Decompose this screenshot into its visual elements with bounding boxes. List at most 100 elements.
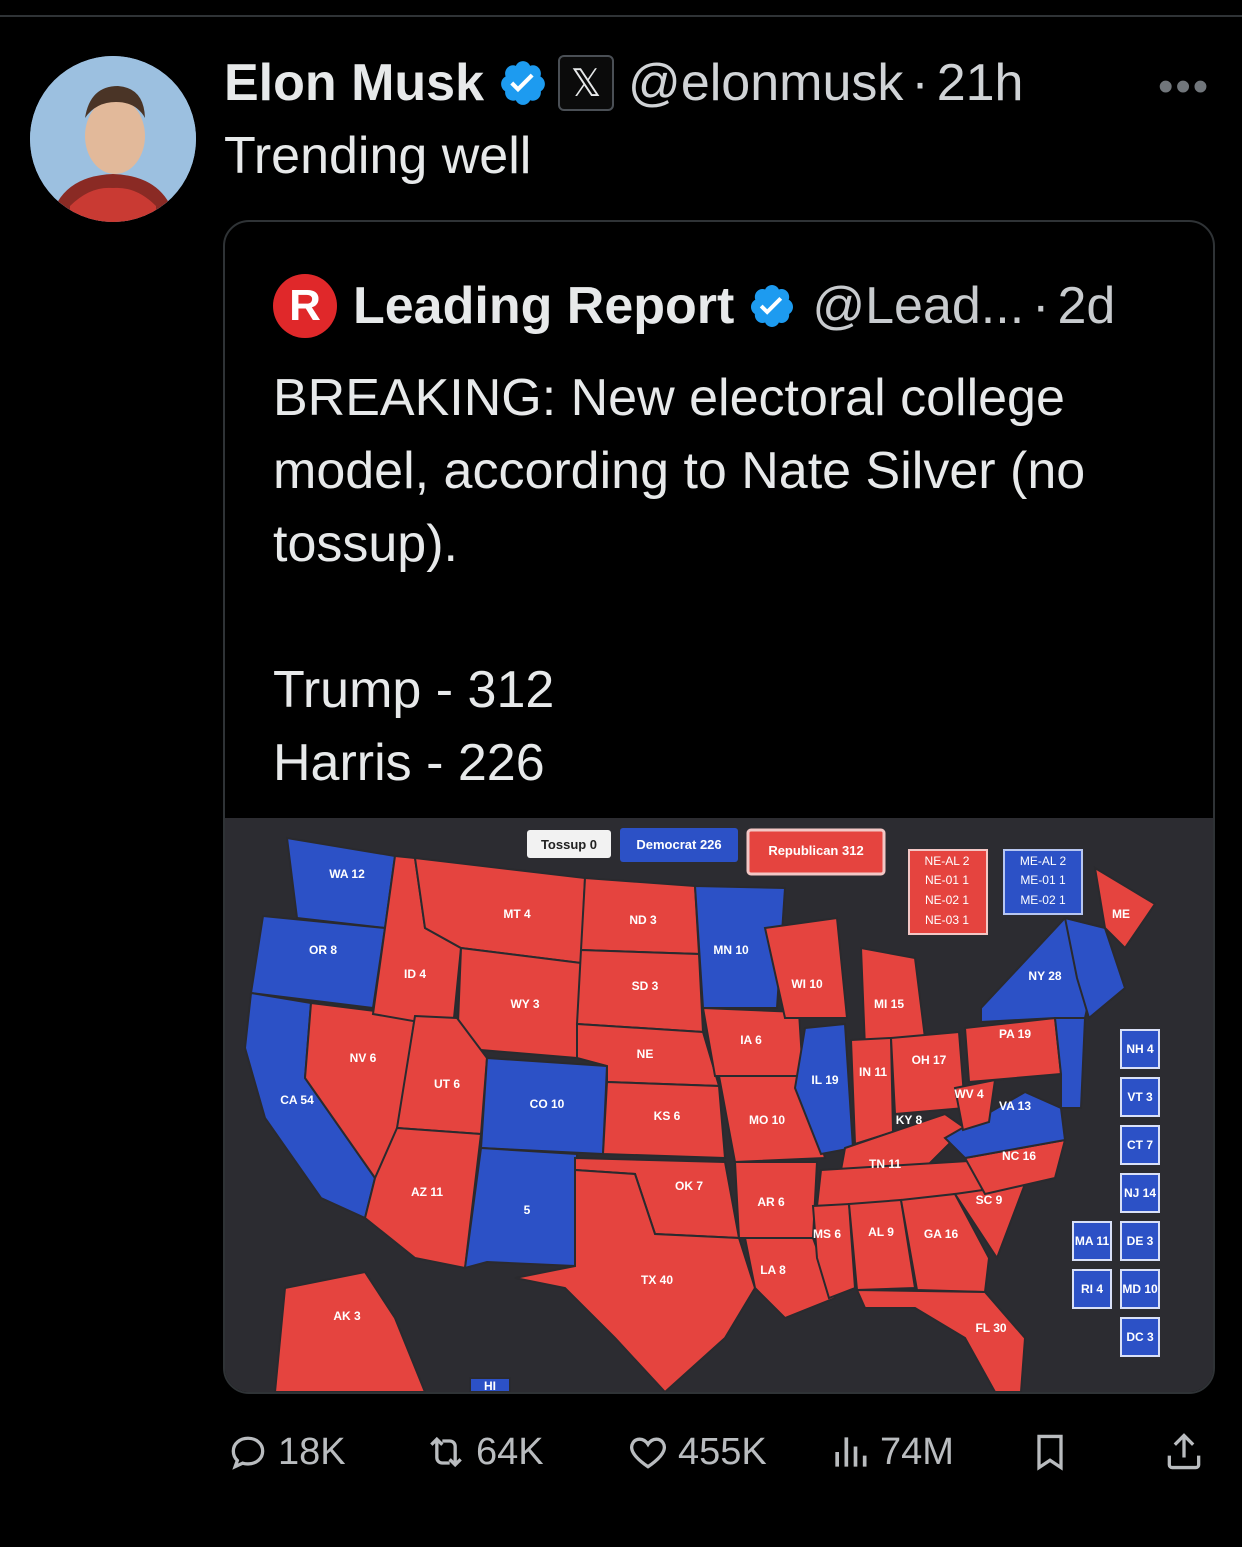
box-ri-label: RI 4 [1081, 1282, 1103, 1296]
label-ut: UT 6 [434, 1077, 460, 1091]
label-nv: NV 6 [350, 1051, 377, 1065]
author-name[interactable]: Elon Musk [224, 53, 484, 113]
me-split-line: ME-AL 2 [1020, 854, 1067, 868]
more-icon[interactable]: ••• [1158, 62, 1210, 112]
label-hi: HI [484, 1379, 496, 1392]
quote-text-trump: Trump - 312 [273, 661, 555, 719]
label-fl: FL 30 [975, 1321, 1006, 1335]
label-mi: MI 15 [874, 997, 904, 1011]
label-ky: KY 8 [896, 1113, 923, 1127]
state-oh [889, 1030, 967, 1116]
repost-icon [430, 1436, 462, 1468]
quote-time[interactable]: 2d [1057, 276, 1115, 336]
box-nj-label: NJ 14 [1124, 1186, 1156, 1200]
tweet-actions: 18K 64K 455K 74M [0, 1420, 1242, 1484]
label-tn: TN 11 [869, 1157, 901, 1171]
label-me: ME [1112, 907, 1130, 921]
label-ks: KS 6 [654, 1109, 681, 1123]
separator-dot: · [1032, 277, 1050, 335]
views-icon [835, 1437, 867, 1467]
label-ga: GA 16 [924, 1227, 959, 1241]
tweet-header: Elon Musk 𝕏 @elonmusk · 21h [224, 52, 1023, 114]
legend-democrat: Democrat 226 [636, 837, 721, 852]
label-pa: PA 19 [999, 1027, 1031, 1041]
separator-dot: · [911, 54, 929, 112]
label-nc: NC 16 [1002, 1149, 1036, 1163]
label-il: IL 19 [811, 1073, 838, 1087]
label-az: AZ 11 [411, 1185, 443, 1199]
label-nm: 5 [524, 1203, 531, 1217]
label-ak: AK 3 [333, 1309, 361, 1323]
state-in [849, 1036, 895, 1146]
label-ar: AR 6 [757, 1195, 785, 1209]
label-sd: SD 3 [632, 979, 659, 993]
box-vt-label: VT 3 [1127, 1090, 1153, 1104]
label-wy: WY 3 [510, 997, 539, 1011]
label-mn: MN 10 [713, 943, 749, 957]
label-nd: ND 3 [629, 913, 657, 927]
bookmark-button[interactable] [1028, 1420, 1080, 1484]
label-wi: WI 10 [791, 977, 823, 991]
label-wv: WV 4 [954, 1087, 984, 1101]
legend-tossup: Tossup 0 [541, 837, 597, 852]
x-affiliation-badge-icon[interactable]: 𝕏 [558, 55, 615, 111]
like-count: 455K [678, 1430, 767, 1473]
label-ca: CA 54 [280, 1093, 314, 1107]
label-la: LA 8 [760, 1263, 786, 1277]
label-id: ID 4 [404, 967, 426, 981]
leading-report-logo[interactable]: R [273, 274, 337, 338]
share-icon [1167, 1433, 1201, 1470]
label-mo: MO 10 [749, 1113, 785, 1127]
box-dc-label: DC 3 [1126, 1330, 1154, 1344]
label-al: AL 9 [868, 1225, 894, 1239]
top-divider [0, 15, 1242, 17]
repost-button[interactable]: 64K [424, 1420, 544, 1484]
reply-icon [231, 1436, 265, 1470]
quote-text-harris: Harris - 226 [273, 734, 545, 792]
label-oh: OH 17 [912, 1053, 947, 1067]
state-nm [463, 1146, 579, 1270]
label-tx: TX 40 [641, 1273, 673, 1287]
box-md-label: MD 10 [1122, 1282, 1158, 1296]
label-ms: MS 6 [813, 1227, 841, 1241]
share-button[interactable] [1162, 1420, 1214, 1484]
avatar[interactable] [30, 56, 196, 222]
label-ny: NY 28 [1028, 969, 1061, 983]
like-button[interactable]: 455K [626, 1420, 767, 1484]
label-in: IN 11 [859, 1065, 887, 1079]
label-wa: WA 12 [329, 867, 365, 881]
label-co: CO 10 [530, 1097, 565, 1111]
box-ma-label: MA 11 [1075, 1234, 1110, 1248]
quote-text: BREAKING: New electoral college model, a… [273, 362, 1193, 800]
legend-republican: Republican 312 [768, 843, 863, 858]
label-ok: OK 7 [675, 1179, 703, 1193]
author-handle[interactable]: @elonmusk [628, 53, 903, 113]
verified-badge-icon [751, 285, 794, 327]
label-sc: SC 9 [976, 1193, 1003, 1207]
tweet-time[interactable]: 21h [937, 53, 1024, 113]
heart-icon [630, 1437, 666, 1469]
repost-count: 64K [476, 1430, 544, 1473]
views-button[interactable]: 74M [828, 1420, 954, 1484]
tweet-text: Trending well [224, 127, 532, 185]
ne-split-line: NE-02 1 [925, 893, 969, 907]
me-split-line: ME-01 1 [1020, 873, 1066, 887]
reply-button[interactable]: 18K [226, 1420, 346, 1484]
quoted-tweet[interactable]: R Leading Report @Lead... · 2d BREAKING:… [223, 220, 1215, 1394]
bookmark-icon [1037, 1434, 1063, 1471]
label-ne: NE [637, 1047, 654, 1061]
electoral-map-image[interactable]: Tossup 0 Democrat 226 Republican 312 NE-… [225, 818, 1213, 1392]
ne-split-line: NE-01 1 [925, 873, 969, 887]
reply-count: 18K [278, 1430, 346, 1473]
quote-author-handle[interactable]: @Lead... [812, 276, 1024, 336]
box-nh-label: NH 4 [1126, 1042, 1154, 1056]
ne-split-line: NE-AL 2 [925, 854, 970, 868]
quote-text-headline: BREAKING: New electoral college model, a… [273, 369, 1086, 573]
box-ct-label: CT 7 [1127, 1138, 1153, 1152]
state-or [249, 914, 387, 1010]
me-split-line: ME-02 1 [1020, 893, 1066, 907]
label-or: OR 8 [309, 943, 337, 957]
quote-author-name[interactable]: Leading Report [353, 276, 734, 336]
label-ia: IA 6 [740, 1033, 762, 1047]
view-count: 74M [880, 1430, 954, 1473]
